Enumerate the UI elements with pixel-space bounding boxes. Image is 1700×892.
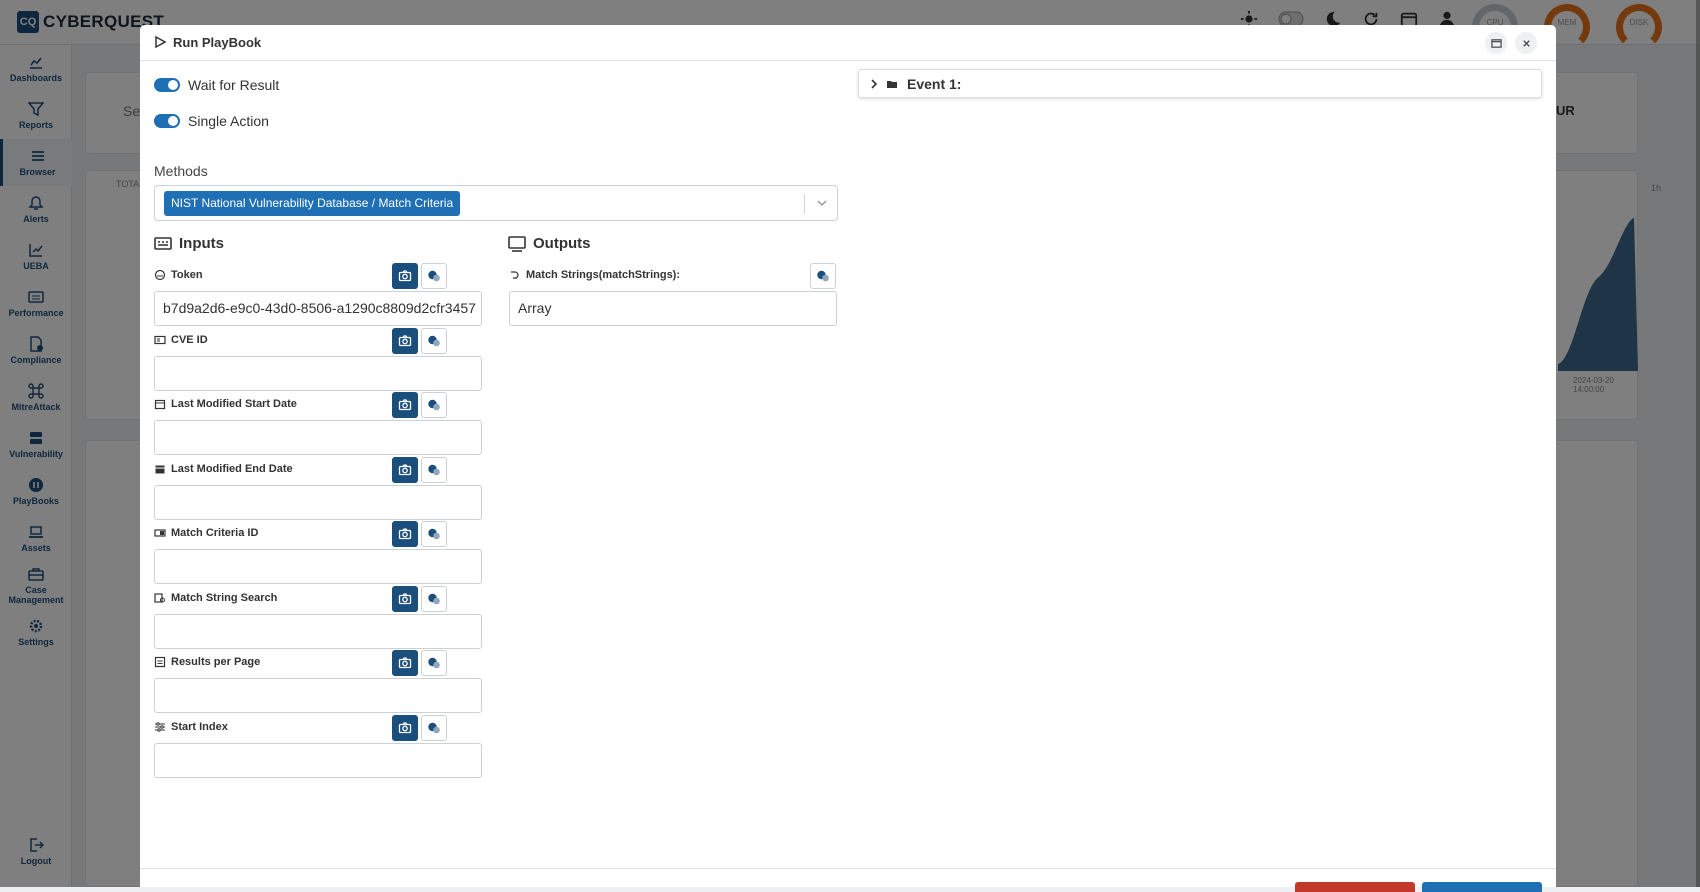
close-button[interactable] [1515,32,1537,54]
modal-footer-divider [140,868,1556,869]
input-field-results-per-page[interactable] [154,678,482,713]
snapshot-button-start-index[interactable] [392,715,418,741]
variable-button-results-per-page[interactable] [421,650,447,676]
cancel-button[interactable] [1295,882,1415,892]
single-action-label: Single Action [188,113,269,129]
run-playbook-modal: Run PlayBook Wait for Result Single Acti… [140,25,1556,892]
output-label-match-strings: Match Strings(matchStrings): [509,269,680,281]
modal-header: Run PlayBook [140,25,1556,61]
input-field-match-criteria-id[interactable] [154,549,482,584]
input-label-match-criteria-id: Match Criteria ID [154,527,258,539]
variable-icon [428,270,440,282]
input-label-start-index: Start Index [154,721,228,733]
methods-label: Methods [154,163,208,179]
snapshot-button-cve-id[interactable] [392,328,418,354]
token-icon [154,269,166,281]
run-button[interactable] [1422,882,1542,892]
camera-icon [398,399,412,411]
search-document-icon [154,593,165,603]
monitor-icon [508,235,526,252]
scrollbar[interactable] [1696,0,1700,887]
link-icon [511,271,519,279]
inputs-header: Inputs [154,235,224,252]
variable-button-last-modified-end-date[interactable] [421,457,447,483]
variable-button-start-index[interactable] [421,715,447,741]
single-action-toggle[interactable] [154,114,180,128]
maximize-button[interactable] [1485,32,1507,54]
methods-select[interactable]: NIST National Vulnerability Database / M… [154,185,838,221]
input-field-start-index[interactable] [154,743,482,778]
snapshot-button-match-criteria-id[interactable] [392,521,418,547]
id-card-icon [154,335,166,345]
variable-button-token[interactable] [421,263,447,289]
keyboard-icon [154,236,172,250]
camera-icon [398,593,412,605]
input-field-token[interactable]: b7d9a2d6-e9c0-43d0-8506-a1290c8809d2cfr3… [154,291,482,326]
close-icon [1522,39,1530,47]
output-match-strings-field[interactable]: Array [509,291,837,326]
variable-icon [428,464,440,476]
camera-icon [398,528,412,540]
play-icon [155,35,167,49]
selected-method-chip[interactable]: NIST National Vulnerability Database / M… [164,191,461,216]
chevron-right-icon[interactable] [868,78,880,90]
variable-icon [428,593,440,605]
snapshot-button-results-per-page[interactable] [392,650,418,676]
camera-icon [398,722,412,734]
calendar-icon [154,399,166,410]
modal-title: Run PlayBook [173,35,262,50]
variable-button-cve-id[interactable] [421,328,447,354]
wait-for-result-row: Wait for Result [154,77,279,93]
folder-icon [887,80,897,88]
maximize-icon [1490,38,1502,48]
snapshot-button-last-modified-start-date[interactable] [392,392,418,418]
event-label: Event 1: [907,75,962,92]
snapshot-button-token[interactable] [392,263,418,289]
sliders-icon [155,722,165,732]
output-variable-button[interactable] [810,263,836,289]
outputs-title: Outputs [533,235,591,252]
input-label-last-modified-start-date: Last Modified Start Date [154,398,297,410]
input-label-last-modified-end-date: Last Modified End Date [154,463,293,475]
variable-icon [428,722,440,734]
chevron-down-icon[interactable] [816,197,828,209]
select-divider [804,194,805,214]
variable-icon [428,528,440,540]
event-accordion[interactable]: Event 1: [858,69,1542,98]
wait-for-result-toggle[interactable] [154,78,180,92]
variable-icon [428,399,440,411]
inputs-title: Inputs [179,235,224,252]
wait-for-result-label: Wait for Result [188,77,280,93]
input-label-match-string-search: Match String Search [154,592,277,604]
variable-icon [817,270,829,282]
camera-icon [398,270,412,282]
variable-button-match-string-search[interactable] [421,586,447,612]
input-field-last-modified-end-date[interactable] [154,485,482,520]
input-field-match-string-search[interactable] [154,614,482,649]
camera-icon [398,464,412,476]
snapshot-button-last-modified-end-date[interactable] [392,457,418,483]
input-label-token: Token [154,269,203,281]
variable-button-last-modified-start-date[interactable] [421,392,447,418]
variable-button-match-criteria-id[interactable] [421,521,447,547]
input-label-cve-id: CVE ID [154,334,208,346]
input-label-results-per-page: Results per Page [154,656,260,668]
input-field-cve-id[interactable] [154,356,482,391]
outputs-header: Outputs [508,235,591,252]
calendar-icon [155,465,165,474]
id-badge-icon [154,529,166,537]
variable-icon [428,335,440,347]
snapshot-button-match-string-search[interactable] [392,586,418,612]
input-field-last-modified-start-date[interactable] [154,420,482,455]
variable-icon [428,657,440,669]
document-list-icon [154,656,166,668]
camera-icon [398,335,412,347]
camera-icon [398,657,412,669]
single-action-row: Single Action [154,113,269,129]
